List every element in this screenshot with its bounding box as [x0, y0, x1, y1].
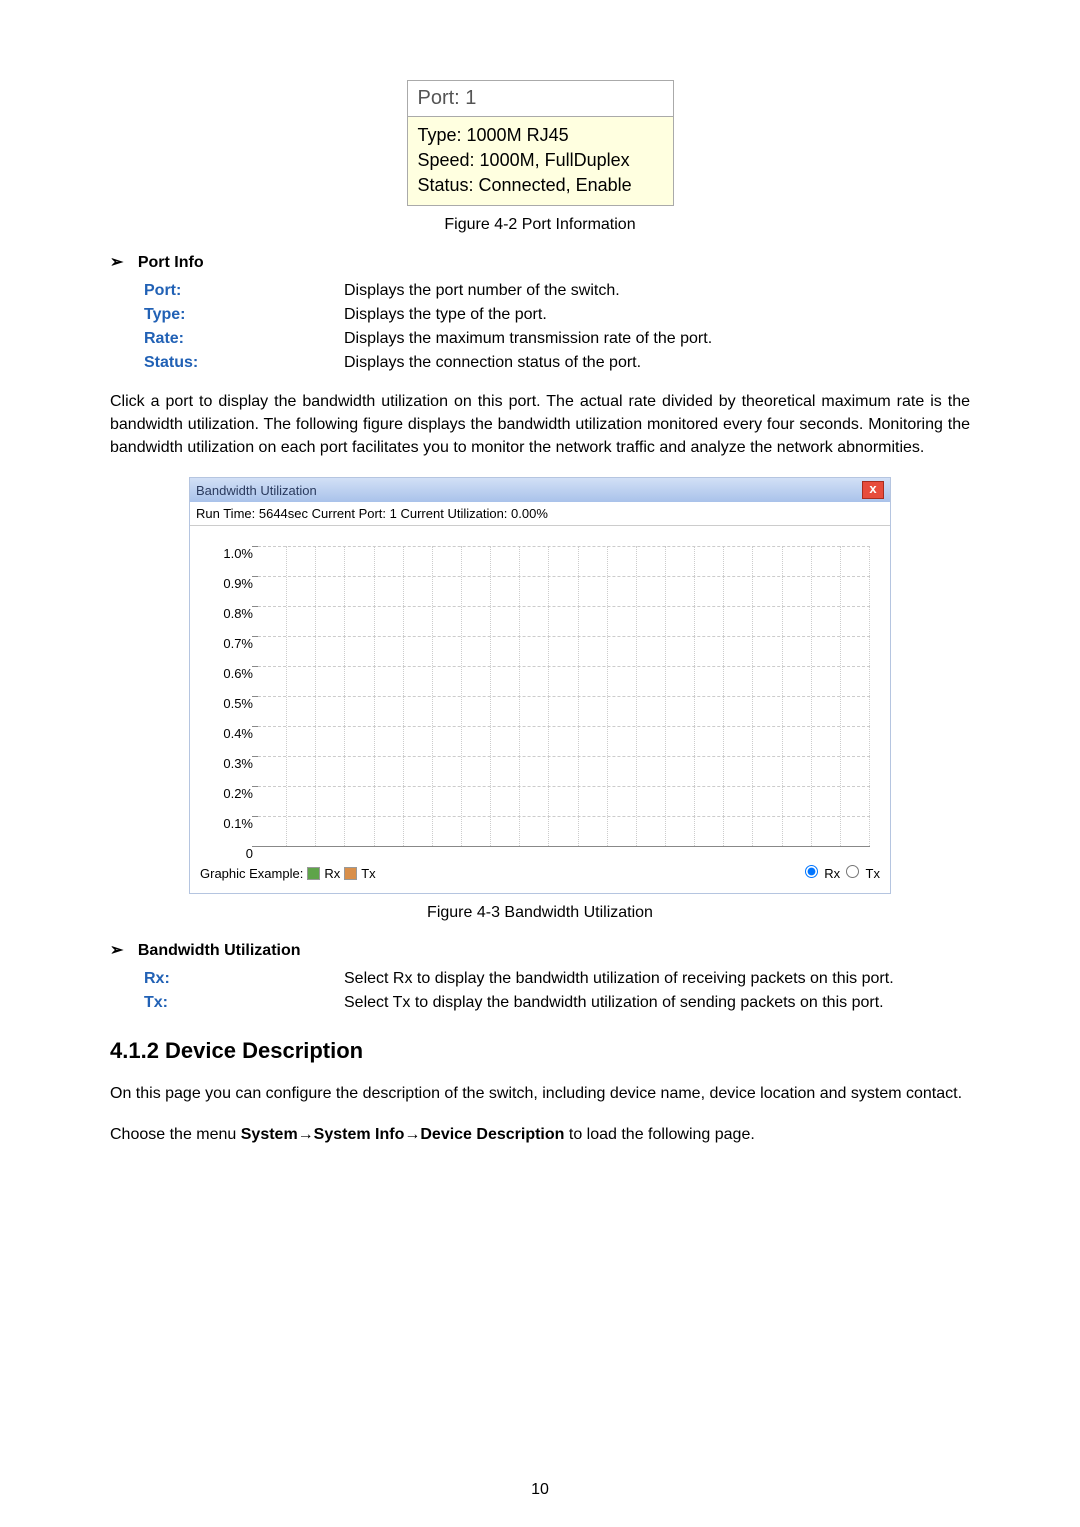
- y-tick-label: 0.2%: [208, 786, 253, 801]
- figure-4-3-caption: Figure 4-3 Bandwidth Utilization: [110, 904, 970, 922]
- definition-desc: Displays the port number of the switch.: [344, 282, 970, 300]
- bandwidth-definitions: Rx:Select Rx to display the bandwidth ut…: [144, 970, 970, 1012]
- definition-desc: Select Rx to display the bandwidth utili…: [344, 970, 970, 988]
- y-tick: [252, 756, 258, 757]
- legend-left: Graphic Example: Rx Tx: [200, 866, 805, 881]
- y-tick-label: 0.7%: [208, 636, 253, 651]
- definition-label: Status:: [144, 354, 344, 372]
- tx-radio-label: Tx: [866, 866, 880, 881]
- y-tick-label: 0.9%: [208, 576, 253, 591]
- menu-path-bold: System→System Info→Device Description: [241, 1126, 565, 1143]
- gridline: [258, 666, 870, 667]
- y-tick-label: 0.6%: [208, 666, 253, 681]
- menu-path-post: to load the following page.: [564, 1126, 754, 1143]
- gridline: [258, 816, 870, 817]
- gridline: [258, 576, 870, 577]
- close-icon[interactable]: x: [862, 481, 884, 499]
- definition-row: Status:Displays the connection status of…: [144, 354, 970, 372]
- gridline: [258, 726, 870, 727]
- port-click-paragraph: Click a port to display the bandwidth ut…: [110, 390, 970, 460]
- page-number: 10: [0, 1481, 1080, 1499]
- definition-row: Rate:Displays the maximum transmission r…: [144, 330, 970, 348]
- definition-row: Port:Displays the port number of the swi…: [144, 282, 970, 300]
- definition-row: Tx:Select Tx to display the bandwidth ut…: [144, 994, 970, 1012]
- bandwidth-utilization-heading-text: Bandwidth Utilization: [138, 942, 301, 959]
- bandwidth-run-info: Run Time: 5644sec Current Port: 1 Curren…: [190, 502, 890, 526]
- legend-swatch-tx-icon: [344, 867, 357, 880]
- figure-4-2-caption: Figure 4-2 Port Information: [110, 216, 970, 234]
- definition-label: Rx:: [144, 970, 344, 988]
- chart-plot-area: 1.0%0.9%0.8%0.7%0.6%0.5%0.4%0.3%0.2%0.1%…: [258, 546, 870, 847]
- port-status-line: Status: Connected, Enable: [418, 173, 663, 198]
- y-tick-label: 0.1%: [208, 816, 253, 831]
- legend-tx-label: Tx: [361, 866, 375, 881]
- port-info-heading: ➢ Port Info: [110, 252, 970, 272]
- arrow-icon: ➢: [110, 942, 123, 959]
- port-box-header: Port: 1: [408, 81, 673, 117]
- definition-desc: Displays the connection status of the po…: [344, 354, 970, 372]
- y-tick-label: 0.4%: [208, 726, 253, 741]
- y-tick-label: 1.0%: [208, 546, 253, 561]
- y-tick: [252, 816, 258, 817]
- y-tick: [252, 786, 258, 787]
- menu-path-paragraph: Choose the menu System→System Info→Devic…: [110, 1123, 970, 1146]
- device-description-paragraph: On this page you can configure the descr…: [110, 1082, 970, 1105]
- definition-label: Rate:: [144, 330, 344, 348]
- tx-radio-wrapper[interactable]: Tx: [846, 865, 880, 881]
- definition-label: Port:: [144, 282, 344, 300]
- gridline: [258, 606, 870, 607]
- port-type-line: Type: 1000M RJ45: [418, 123, 663, 148]
- port-info-heading-text: Port Info: [138, 254, 204, 271]
- y-tick: [252, 606, 258, 607]
- definition-row: Type:Displays the type of the port.: [144, 306, 970, 324]
- y-tick: [252, 546, 258, 547]
- legend-rx-label: Rx: [324, 866, 340, 881]
- rx-radio-wrapper[interactable]: Rx: [805, 865, 841, 881]
- y-tick: [252, 666, 258, 667]
- definition-desc: Displays the type of the port.: [344, 306, 970, 324]
- bandwidth-panel-titlebar: Bandwidth Utilization x: [190, 478, 890, 502]
- bandwidth-panel: Bandwidth Utilization x Run Time: 5644se…: [189, 477, 891, 894]
- legend-right: Rx Tx: [805, 865, 880, 881]
- gridline: [258, 546, 870, 547]
- y-tick-label: 0.5%: [208, 696, 253, 711]
- bandwidth-panel-title: Bandwidth Utilization: [196, 483, 862, 498]
- arrow-icon: ➢: [110, 254, 123, 271]
- gridline: [258, 636, 870, 637]
- y-tick: [252, 636, 258, 637]
- legend-swatch-rx-icon: [307, 867, 320, 880]
- menu-path-pre: Choose the menu: [110, 1126, 241, 1143]
- port-box-body: Type: 1000M RJ45 Speed: 1000M, FullDuple…: [408, 117, 673, 205]
- y-tick: [252, 576, 258, 577]
- legend-prefix: Graphic Example:: [200, 866, 303, 881]
- definition-label: Type:: [144, 306, 344, 324]
- rx-radio-label: Rx: [824, 866, 840, 881]
- gridline: [258, 786, 870, 787]
- bandwidth-utilization-heading: ➢ Bandwidth Utilization: [110, 940, 970, 960]
- y-tick: [252, 696, 258, 697]
- port-info-definitions: Port:Displays the port number of the swi…: [144, 282, 970, 372]
- port-info-box: Port: 1 Type: 1000M RJ45 Speed: 1000M, F…: [407, 80, 674, 206]
- bandwidth-chart: 1.0% 0.9% 0.8% 0.7% 0.6% 0.5% 0.4% 0.3% 0.2% 0.1%…: [190, 526, 890, 855]
- definition-desc: Select Tx to display the bandwidth utili…: [344, 994, 970, 1012]
- definition-desc: Displays the maximum transmission rate o…: [344, 330, 970, 348]
- gridline: [258, 696, 870, 697]
- y-tick: [252, 726, 258, 727]
- section-4-1-2-heading: 4.1.2 Device Description: [110, 1038, 970, 1064]
- tx-radio[interactable]: [846, 865, 859, 878]
- definition-label: Tx:: [144, 994, 344, 1012]
- definition-row: Rx:Select Rx to display the bandwidth ut…: [144, 970, 970, 988]
- y-tick-label: 0.3%: [208, 756, 253, 771]
- y-tick: [252, 846, 258, 847]
- rx-radio[interactable]: [805, 865, 818, 878]
- y-tick-label: 0: [208, 846, 253, 861]
- y-tick-label: 0.8%: [208, 606, 253, 621]
- gridline: [258, 756, 870, 757]
- bandwidth-legend: Graphic Example: Rx Tx Rx Tx: [190, 855, 890, 893]
- port-speed-line: Speed: 1000M, FullDuplex: [418, 148, 663, 173]
